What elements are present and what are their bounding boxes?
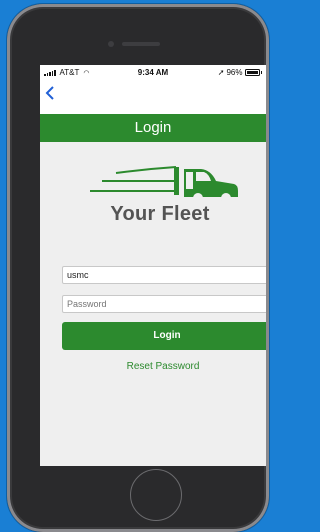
battery-percent: 96% bbox=[226, 68, 243, 77]
page-title: Login bbox=[40, 114, 266, 142]
home-button[interactable] bbox=[130, 469, 182, 521]
chevron-left-icon bbox=[45, 86, 54, 100]
username-field[interactable] bbox=[62, 266, 266, 284]
location-icon: ➚ bbox=[217, 68, 225, 77]
logo-text: Your Fleet bbox=[110, 203, 210, 225]
app-screen: AT&T ◠ 9:34 AM ➚ 96% Login Your Fleet us… bbox=[40, 65, 266, 466]
fleet-logo: Your Fleet bbox=[86, 161, 246, 233]
reset-password-link[interactable]: Reset Password bbox=[62, 361, 264, 372]
phone-frame: AT&T ◠ 9:34 AM ➚ 96% Login Your Fleet us… bbox=[7, 4, 269, 532]
earpiece-speaker bbox=[122, 42, 160, 46]
battery-cap bbox=[260, 71, 262, 74]
password-field[interactable] bbox=[62, 295, 266, 313]
status-right: ➚ 96% bbox=[218, 68, 262, 77]
truck-icon bbox=[90, 166, 238, 203]
front-camera bbox=[108, 41, 114, 47]
login-button[interactable]: Login bbox=[62, 322, 266, 350]
status-bar: AT&T ◠ 9:34 AM ➚ 96% bbox=[40, 65, 266, 81]
nav-bar bbox=[40, 81, 266, 114]
back-button[interactable] bbox=[45, 86, 57, 102]
battery-icon bbox=[244, 69, 260, 76]
